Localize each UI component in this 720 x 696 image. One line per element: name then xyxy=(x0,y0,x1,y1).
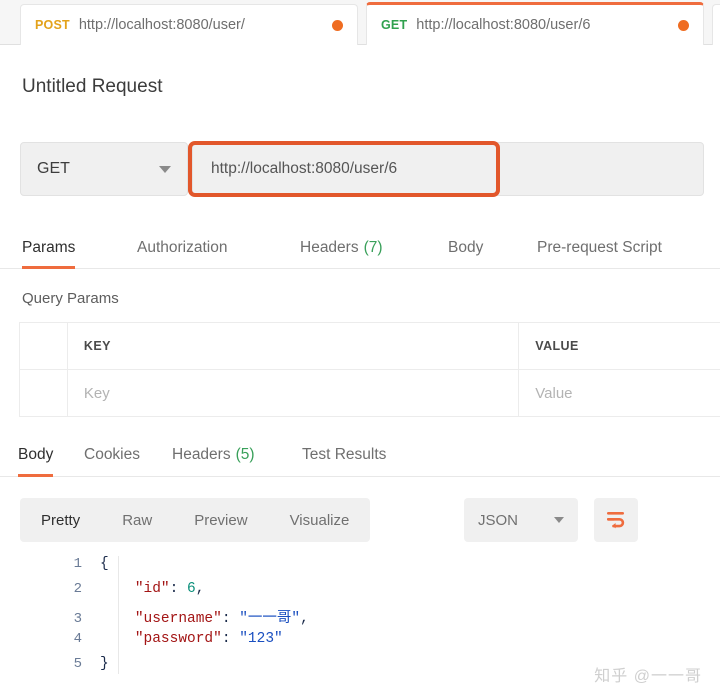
tab-pre-request-script[interactable]: Pre-request Script xyxy=(537,228,662,268)
code-token-key: "password" xyxy=(135,631,222,647)
tab-body-response-label: Body xyxy=(18,446,53,464)
tab-url-label-get: http://localhost:8080/user/6 xyxy=(416,17,670,33)
tab-params[interactable]: Params xyxy=(22,228,75,268)
row-value-placeholder: Value xyxy=(535,385,572,402)
format-button-pretty-label: Pretty xyxy=(41,512,80,529)
code-line-number: 4 xyxy=(0,631,100,647)
code-line-number: 2 xyxy=(0,581,100,597)
code-line: 1{ xyxy=(0,556,720,581)
tab-params-label: Params xyxy=(22,239,75,257)
tab-headers-response-label: Headers xyxy=(172,446,231,464)
code-line: 2 "id": 6, xyxy=(0,581,720,606)
query-params-table: KEY VALUE Key Value xyxy=(19,322,720,417)
code-line-number: 3 xyxy=(0,611,100,627)
code-token-pun: , xyxy=(196,581,205,597)
tab-pre-request-script-label: Pre-request Script xyxy=(537,239,662,257)
row-value-input[interactable]: Value xyxy=(519,370,720,416)
request-tab-overflow[interactable] xyxy=(712,4,720,45)
code-token-pun: : xyxy=(222,611,239,627)
header-cell-key-label: KEY xyxy=(84,339,111,353)
header-cell-checkbox xyxy=(20,323,68,369)
word-wrap-icon xyxy=(605,510,627,530)
request-tab-post[interactable]: POST http://localhost:8080/user/ xyxy=(20,4,358,45)
query-params-heading: Query Params xyxy=(22,290,119,307)
code-line-number: 5 xyxy=(0,656,100,672)
unsaved-dot-icon[interactable] xyxy=(678,20,689,31)
language-dropdown-label: JSON xyxy=(478,512,518,529)
request-tab-strip: POST http://localhost:8080/user/ GET htt… xyxy=(0,0,720,45)
format-button-preview[interactable]: Preview xyxy=(173,498,268,542)
code-line-text: "password": "123" xyxy=(100,631,283,647)
table-header-row: KEY VALUE xyxy=(20,323,720,370)
request-tab-get[interactable]: GET http://localhost:8080/user/6 xyxy=(366,2,704,45)
code-token-key: "username" xyxy=(135,611,222,627)
code-line-text: } xyxy=(100,656,109,672)
url-input[interactable]: http://localhost:8080/user/6 xyxy=(192,142,704,196)
format-button-pretty[interactable]: Pretty xyxy=(20,498,101,542)
code-line: 4 "password": "123" xyxy=(0,631,720,656)
tab-body-request[interactable]: Body xyxy=(448,228,483,268)
tab-authorization-label: Authorization xyxy=(137,239,227,257)
tab-headers-request[interactable]: Headers (7) xyxy=(300,228,383,268)
format-button-preview-label: Preview xyxy=(194,512,247,529)
chevron-down-icon xyxy=(159,166,171,173)
tab-test-results[interactable]: Test Results xyxy=(302,434,386,476)
url-input-value: http://localhost:8080/user/6 xyxy=(211,160,397,178)
tab-method-label-get: GET xyxy=(381,18,407,32)
row-key-placeholder: Key xyxy=(84,385,110,402)
unsaved-dot-icon[interactable] xyxy=(332,20,343,31)
code-token-str: "一一哥" xyxy=(239,611,300,627)
code-token-pun: : xyxy=(170,581,187,597)
format-segmented-control: Pretty Raw Preview Visualize xyxy=(20,498,370,542)
code-fold-rail xyxy=(118,556,119,674)
code-token-num: 6 xyxy=(187,581,196,597)
code-line-text: { xyxy=(100,556,109,572)
tab-body-response[interactable]: Body xyxy=(18,434,53,476)
tab-test-results-label: Test Results xyxy=(302,446,386,464)
watermark: 知乎 @一一哥 xyxy=(594,662,702,686)
code-line-number: 1 xyxy=(0,556,100,572)
request-section-tabs: Params Authorization Headers (7) Body Pr… xyxy=(0,228,720,269)
tab-authorization[interactable]: Authorization xyxy=(137,228,227,268)
chevron-down-icon xyxy=(554,517,564,523)
header-cell-value: VALUE xyxy=(519,323,720,369)
row-checkbox[interactable] xyxy=(20,370,68,416)
tab-cookies[interactable]: Cookies xyxy=(84,434,140,476)
tab-cookies-label: Cookies xyxy=(84,446,140,464)
code-line-text: "username": "一一哥", xyxy=(100,606,309,627)
tab-method-label-post: POST xyxy=(35,18,70,32)
tab-headers-request-count: (7) xyxy=(364,239,383,257)
code-token-str: "123" xyxy=(239,631,283,647)
code-token-pun: } xyxy=(100,656,109,672)
row-key-input[interactable]: Key xyxy=(68,370,519,416)
tab-url-label-post: http://localhost:8080/user/ xyxy=(79,17,324,33)
code-token-pun: { xyxy=(100,556,109,572)
code-line: 3 "username": "一一哥", xyxy=(0,606,720,631)
format-button-visualize[interactable]: Visualize xyxy=(269,498,371,542)
format-button-visualize-label: Visualize xyxy=(290,512,350,529)
code-line-text: "id": 6, xyxy=(100,581,204,597)
language-dropdown[interactable]: JSON xyxy=(464,498,578,542)
format-button-raw-label: Raw xyxy=(122,512,152,529)
url-bar: GET http://localhost:8080/user/6 xyxy=(20,142,704,196)
method-dropdown[interactable]: GET xyxy=(20,142,188,196)
word-wrap-button[interactable] xyxy=(594,498,638,542)
response-section-tabs: Body Cookies Headers (5) Test Results xyxy=(0,434,720,477)
tab-headers-response[interactable]: Headers (5) xyxy=(172,434,255,476)
format-button-raw[interactable]: Raw xyxy=(101,498,173,542)
method-dropdown-label: GET xyxy=(37,160,70,178)
tab-headers-response-count: (5) xyxy=(236,446,255,464)
tab-headers-request-label: Headers xyxy=(300,239,359,257)
code-token-pun: : xyxy=(222,631,239,647)
tab-body-request-label: Body xyxy=(448,239,483,257)
table-row[interactable]: Key Value xyxy=(20,370,720,417)
header-cell-value-label: VALUE xyxy=(535,339,578,353)
header-cell-key: KEY xyxy=(68,323,519,369)
page-title: Untitled Request xyxy=(22,76,162,98)
code-token-key: "id" xyxy=(135,581,170,597)
code-token-pun: , xyxy=(300,611,309,627)
